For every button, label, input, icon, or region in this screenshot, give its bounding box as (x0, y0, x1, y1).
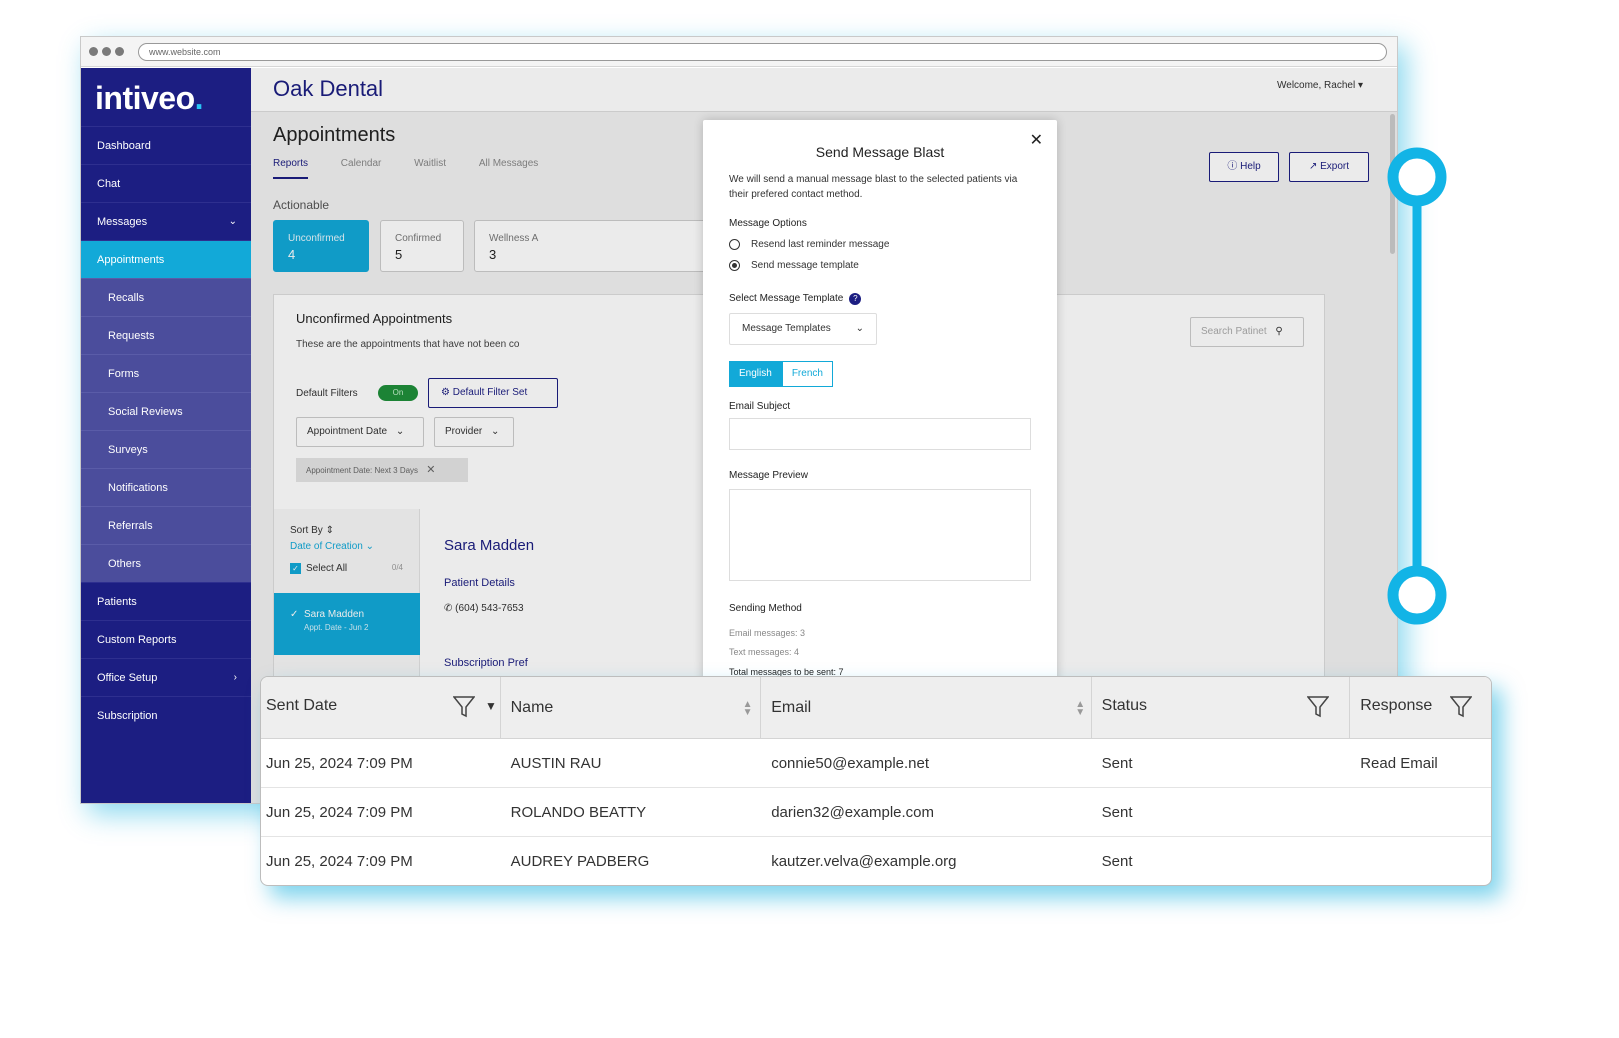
cell-response (1350, 788, 1491, 836)
sidebar-item-social-reviews[interactable]: Social Reviews (81, 392, 251, 430)
chevron-right-icon: › (233, 672, 237, 683)
caret-down-icon[interactable]: ▼ (485, 699, 497, 713)
page: { "browser": {"url": "www.website.com"},… (0, 0, 1619, 1038)
send-message-modal: ✕ Send Message Blast We will send a manu… (703, 120, 1057, 720)
cell-date: Jun 25, 2024 7:09 PM (266, 804, 413, 821)
template-label: Select Message Template? (729, 293, 1031, 305)
cell-status: Sent (1101, 804, 1133, 821)
table-row[interactable]: Jun 25, 2024 7:09 PM AUDREY PADBERG kaut… (261, 837, 1491, 885)
language-toggle: English French (729, 361, 1031, 387)
sidebar-item-others[interactable]: Others (81, 544, 251, 582)
sidebar-item-appointments[interactable]: Appointments (81, 240, 251, 278)
window-dot-icon[interactable] (115, 47, 124, 56)
cell-email: kautzer.velva@example.org (771, 853, 957, 870)
message-preview-box[interactable] (729, 489, 1031, 581)
cell-response: Read Email (1360, 755, 1438, 772)
column-response[interactable]: Response (1350, 677, 1491, 738)
column-email[interactable]: Email ▲ ▼ (761, 677, 1092, 738)
sidebar-item-subscription[interactable]: Subscription (81, 696, 251, 734)
cell-response (1350, 837, 1491, 885)
email-subject-input[interactable] (729, 418, 1031, 450)
sidebar-item-patients[interactable]: Patients (81, 582, 251, 620)
filter-icon[interactable] (452, 695, 476, 724)
message-options-label: Message Options (729, 218, 807, 229)
message-log-table: Sent Date ▼ Name ▲ ▼ Email ▲ ▼ Status Resp… (260, 676, 1492, 886)
sidebar-item-surveys[interactable]: Surveys (81, 430, 251, 468)
cell-date: Jun 25, 2024 7:09 PM (266, 853, 413, 870)
sidebar-item-notifications[interactable]: Notifications (81, 468, 251, 506)
sidebar-item-custom-reports[interactable]: Custom Reports (81, 620, 251, 658)
radio-icon (729, 239, 740, 250)
close-icon[interactable]: ✕ (1030, 130, 1043, 150)
email-subject-label: Email Subject (729, 401, 791, 412)
radio-send-template[interactable]: Send message template (729, 260, 1031, 271)
sidebar-item-recalls[interactable]: Recalls (81, 278, 251, 316)
column-name[interactable]: Name ▲ ▼ (501, 677, 762, 738)
connector-node-icon (1387, 565, 1447, 625)
sort-icon[interactable]: ▲ ▼ (743, 700, 753, 718)
url-bar[interactable]: www.website.com (138, 43, 1387, 61)
sidebar-nav: Dashboard Chat Messages ⌄ Appointments Re… (81, 126, 251, 734)
cell-status: Sent (1101, 755, 1133, 772)
cell-status: Sent (1101, 853, 1133, 870)
sidebar-item-office-setup[interactable]: Office Setup › (81, 658, 251, 696)
cell-name: AUSTIN RAU (510, 755, 602, 772)
sidebar-item-referrals[interactable]: Referrals (81, 506, 251, 544)
sidebar-item-messages[interactable]: Messages ⌄ (81, 202, 251, 240)
lang-french-button[interactable]: French (781, 361, 833, 387)
help-icon[interactable]: ? (849, 293, 862, 305)
browser-chrome: www.website.com (81, 37, 1397, 67)
window-dot-icon[interactable] (89, 47, 98, 56)
sidebar: intiveo. Dashboard Chat Messages ⌄ Appoin… (81, 68, 251, 803)
chevron-down-icon: ⌄ (228, 216, 237, 227)
sidebar-item-dashboard[interactable]: Dashboard (81, 126, 251, 164)
cell-email: connie50@example.net (771, 755, 930, 772)
chevron-down-icon: ⌄ (855, 323, 864, 334)
lang-english-button[interactable]: English (729, 361, 782, 387)
connector-decoration (1387, 147, 1447, 625)
column-status[interactable]: Status (1092, 677, 1351, 738)
cell-name: AUDREY PADBERG (510, 853, 650, 870)
sidebar-item-requests[interactable]: Requests (81, 316, 251, 354)
cell-date: Jun 25, 2024 7:09 PM (266, 755, 413, 772)
filter-icon[interactable] (1449, 695, 1473, 724)
message-preview-label: Message Preview (729, 470, 808, 481)
radio-selected-icon (729, 260, 740, 271)
cell-email: darien32@example.com (771, 804, 934, 821)
sending-method-label: Sending Method (729, 603, 802, 614)
connector-node-icon (1387, 147, 1447, 207)
table-row[interactable]: Jun 25, 2024 7:09 PM AUSTIN RAU connie50… (261, 739, 1491, 788)
text-count: Text messages: 4 (729, 647, 800, 657)
table-row[interactable]: Jun 25, 2024 7:09 PM ROLANDO BEATTY dari… (261, 788, 1491, 837)
modal-title: Send Message Blast (815, 144, 945, 160)
email-count: Email messages: 3 (729, 628, 806, 638)
column-sent-date[interactable]: Sent Date ▼ (261, 677, 501, 738)
modal-description: We will send a manual message blast to t… (729, 174, 1018, 200)
sidebar-item-chat[interactable]: Chat (81, 164, 251, 202)
sort-icon[interactable]: ▲ ▼ (1075, 700, 1085, 718)
window-dot-icon[interactable] (102, 47, 111, 56)
cell-name: ROLANDO BEATTY (510, 804, 647, 821)
filter-icon[interactable] (1306, 695, 1330, 724)
template-select[interactable]: Message Templates ⌄ (729, 313, 877, 345)
radio-resend-last[interactable]: Resend last reminder message (729, 239, 1031, 250)
table-header: Sent Date ▼ Name ▲ ▼ Email ▲ ▼ Status Resp… (261, 677, 1491, 739)
logo: intiveo. (95, 80, 204, 116)
sidebar-item-forms[interactable]: Forms (81, 354, 251, 392)
